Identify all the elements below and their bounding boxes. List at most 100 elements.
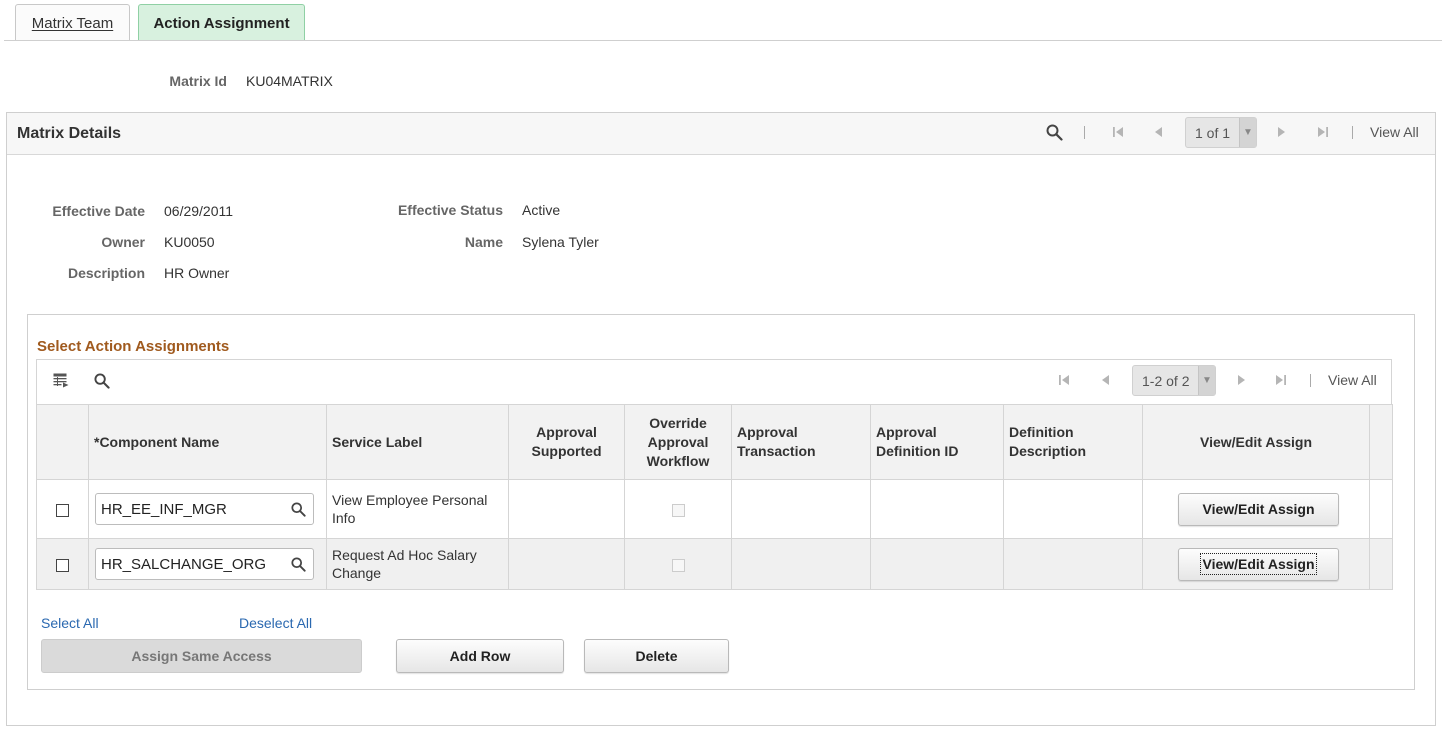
toolbar-separator: [1352, 126, 1353, 139]
button-label: View/Edit Assign: [1200, 553, 1317, 575]
button-label: Delete: [635, 648, 678, 664]
search-icon[interactable]: [94, 373, 110, 389]
matrix-id-label: Matrix Id: [169, 73, 227, 89]
extra-cell: [1369, 538, 1393, 590]
tab-label: Action Assignment: [153, 14, 290, 32]
header-text: Approval: [647, 433, 709, 450]
view-edit-assign-button[interactable]: View/Edit Assign: [1178, 547, 1339, 581]
header-text: *Component Name: [94, 433, 220, 450]
approval-definition-cell: [870, 538, 1004, 590]
search-icon[interactable]: [1046, 124, 1063, 141]
header-text: Supported: [531, 443, 602, 459]
owner-value: KU0050: [164, 234, 215, 250]
override-workflow-checkbox: [671, 503, 685, 517]
prompt-lookup-icon[interactable]: [291, 501, 306, 517]
button-label: Add Row: [449, 648, 511, 664]
add-row-button[interactable]: Add Row: [396, 639, 564, 673]
effective-status-value: Active: [522, 202, 561, 218]
approval-definition-id-header[interactable]: Approval Definition ID: [870, 404, 1004, 480]
first-page-icon[interactable]: [1112, 126, 1124, 138]
component-name-input[interactable]: [101, 500, 281, 518]
chevron-down-icon: ▼: [1198, 366, 1215, 395]
tab-matrix-team[interactable]: Matrix Team: [15, 4, 130, 41]
description-label: Description: [67, 265, 145, 281]
chevron-down-icon: ▼: [1239, 118, 1256, 147]
previous-page-icon[interactable]: [1154, 126, 1163, 138]
header-text: Definition ID: [876, 443, 959, 459]
approval-definition-cell: [870, 479, 1004, 539]
override-workflow-checkbox: [671, 558, 685, 572]
approval-supported-header[interactable]: Approval Supported: [508, 404, 625, 480]
tab-divider: [4, 40, 1442, 41]
approval-supported-cell: [508, 479, 625, 539]
effective-date-label: Effective Date: [52, 203, 145, 219]
definition-description-cell: [1003, 479, 1143, 539]
service-label-line: Info: [332, 510, 356, 526]
header-text: Approval: [876, 424, 937, 440]
description-value: HR Owner: [164, 265, 230, 281]
header-text: Description: [1009, 443, 1087, 459]
toolbar-separator: [1310, 374, 1311, 387]
header-text: Definition: [1009, 424, 1074, 440]
row-select-checkbox[interactable]: [56, 503, 69, 517]
select-column-header: [36, 404, 89, 480]
definition-description-header[interactable]: Definition Description: [1003, 404, 1143, 480]
table-row: View Employee Personal Info View/Edit As…: [36, 479, 1393, 539]
toolbar-separator: [1084, 126, 1085, 139]
last-page-icon[interactable]: [1317, 126, 1329, 138]
select-all-link[interactable]: Select All: [41, 615, 99, 631]
header-text: Service Label: [332, 433, 423, 450]
tab-action-assignment[interactable]: Action Assignment: [138, 4, 305, 41]
component-name-input[interactable]: [101, 555, 281, 573]
pager-value: 1 of 1: [1195, 124, 1231, 141]
deselect-all-link[interactable]: Deselect All: [239, 615, 312, 631]
service-label-line: View Employee Personal: [332, 492, 488, 508]
view-edit-assign-button[interactable]: View/Edit Assign: [1178, 492, 1339, 526]
header-text: Approval: [737, 424, 798, 440]
name-label: Name: [464, 234, 503, 250]
tab-label: Matrix Team: [31, 14, 114, 32]
header-text: Workflow: [646, 452, 710, 469]
approval-transaction-header[interactable]: Approval Transaction: [731, 404, 871, 480]
name-value: Sylena Tyler: [522, 234, 599, 250]
pager-value: 1-2 of 2: [1142, 372, 1190, 389]
view-all-link[interactable]: View All: [1370, 124, 1419, 140]
owner-label: Owner: [101, 234, 145, 250]
grid-header-row: *Component Name Service Label Approval S…: [36, 404, 1393, 480]
action-assignments-grid: *Component Name Service Label Approval S…: [36, 404, 1393, 590]
service-label-line: Request Ad Hoc Salary: [332, 547, 477, 563]
view-edit-assign-header: View/Edit Assign: [1142, 404, 1370, 480]
component-name-header[interactable]: *Component Name: [88, 404, 327, 480]
previous-page-icon[interactable]: [1101, 374, 1110, 386]
effective-status-label: Effective Status: [397, 202, 503, 218]
approval-transaction-cell: [731, 479, 871, 539]
view-all-link[interactable]: View All: [1328, 372, 1377, 388]
extra-column-header: [1369, 404, 1393, 480]
row-select-checkbox[interactable]: [56, 558, 69, 572]
next-page-icon[interactable]: [1237, 374, 1246, 386]
assign-same-access-button[interactable]: Assign Same Access: [41, 639, 362, 673]
header-text: Override: [649, 414, 707, 431]
table-row: Request Ad Hoc Salary Change View/Edit A…: [36, 538, 1393, 590]
row-pager-select[interactable]: 1-2 of 2 ▼: [1132, 365, 1216, 396]
effective-date-value: 06/29/2011: [164, 203, 234, 219]
prompt-lookup-icon[interactable]: [291, 556, 306, 572]
matrix-id-value: KU04MATRIX: [246, 73, 333, 89]
component-name-field[interactable]: [95, 493, 314, 525]
action-assignments-title: Select Action Assignments: [37, 338, 230, 355]
definition-description-cell: [1003, 538, 1143, 590]
delete-button[interactable]: Delete: [584, 639, 729, 673]
section-title: Matrix Details: [17, 125, 122, 142]
first-page-icon[interactable]: [1058, 374, 1070, 386]
extra-cell: [1369, 479, 1393, 539]
approval-transaction-cell: [731, 538, 871, 590]
next-page-icon[interactable]: [1277, 126, 1286, 138]
component-name-field[interactable]: [95, 548, 314, 580]
last-page-icon[interactable]: [1275, 374, 1287, 386]
service-label-header[interactable]: Service Label: [326, 404, 509, 480]
personalize-grid-icon[interactable]: [53, 373, 69, 388]
override-approval-workflow-header[interactable]: Override Approval Workflow: [624, 404, 732, 480]
service-label-line: Change: [332, 565, 382, 581]
button-label: Assign Same Access: [131, 648, 272, 664]
row-pager-select[interactable]: 1 of 1 ▼: [1185, 117, 1257, 148]
